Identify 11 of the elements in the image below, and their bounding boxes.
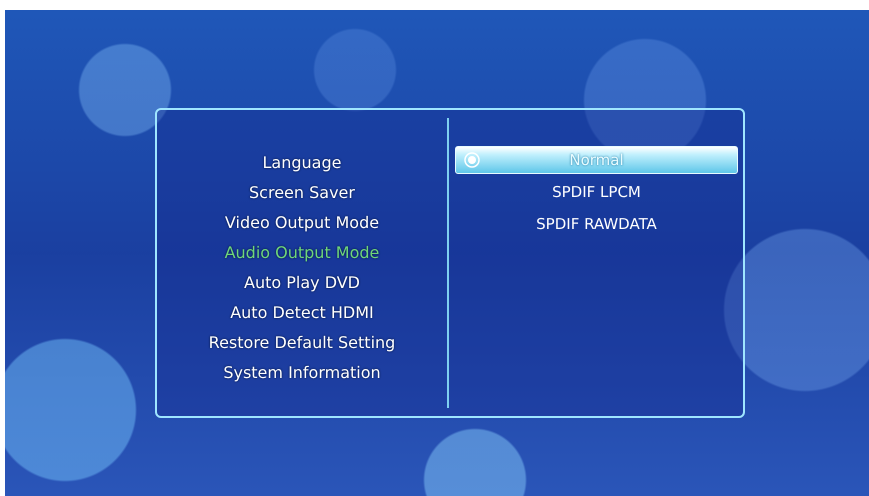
menu-item[interactable]: Screen Saver [249, 178, 355, 208]
radio-icon [464, 152, 480, 168]
menu-item[interactable]: Auto Detect HDMI [230, 298, 374, 328]
menu-item[interactable]: System Information [223, 358, 381, 388]
option-item[interactable]: SPDIF LPCM [455, 178, 738, 206]
menu-item[interactable]: Auto Play DVD [244, 268, 360, 298]
menu-item[interactable]: Audio Output Mode [224, 238, 380, 268]
menu-item[interactable]: Restore Default Setting [208, 328, 396, 358]
option-item[interactable]: SPDIF RAWDATA [455, 210, 738, 238]
menu-item[interactable]: Language [262, 148, 342, 178]
menu-item[interactable]: Video Output Mode [224, 208, 380, 238]
